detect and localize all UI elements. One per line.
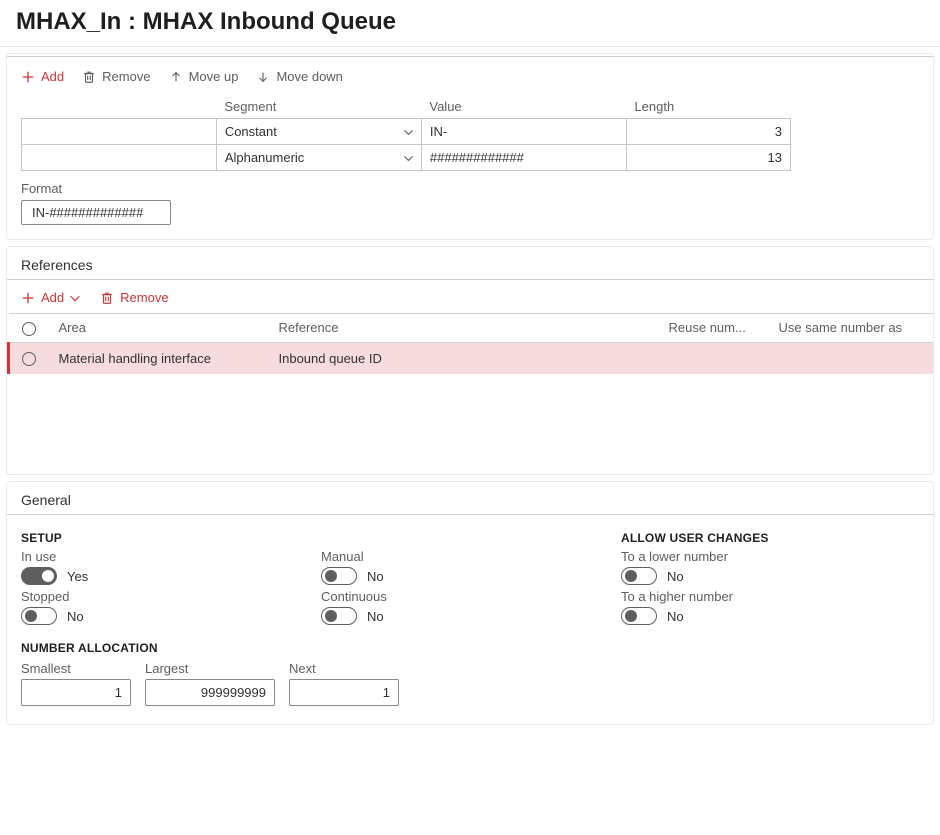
remove-button[interactable]: Remove — [82, 69, 150, 84]
segment-value-cell[interactable]: ############# — [421, 145, 626, 171]
radio-icon — [22, 352, 36, 366]
add-label: Add — [41, 290, 64, 305]
move-down-button[interactable]: Move down — [256, 69, 342, 84]
continuous-label: Continuous — [321, 589, 601, 604]
stopped-label: Stopped — [21, 589, 301, 604]
col-reference[interactable]: Reference — [269, 314, 659, 343]
in-use-toggle[interactable] — [21, 567, 57, 585]
references-table: Area Reference Reuse num... Use same num… — [7, 313, 933, 374]
references-card: References Add Remove Area Reference Reu… — [6, 246, 934, 475]
chevron-down-icon — [402, 125, 415, 138]
segments-col-length[interactable]: Length — [626, 94, 790, 119]
next-input[interactable]: 1 — [289, 679, 399, 706]
setup-heading-spacer — [321, 531, 601, 545]
smallest-input[interactable]: 1 — [21, 679, 131, 706]
move-up-label: Move up — [189, 69, 239, 84]
ref-area-cell: Material handling interface — [49, 342, 269, 374]
segment-length-cell[interactable]: 13 — [626, 145, 790, 171]
select-all[interactable] — [9, 314, 49, 343]
general-title: General — [7, 482, 933, 514]
plus-icon — [21, 70, 35, 84]
remove-button[interactable]: Remove — [100, 290, 168, 305]
largest-label: Largest — [145, 661, 275, 676]
segment-length-cell[interactable]: 3 — [626, 119, 790, 145]
segments-table: Segment Value Length Constant IN- 3 Alph… — [21, 94, 791, 171]
move-up-button[interactable]: Move up — [169, 69, 239, 84]
higher-value: No — [667, 609, 684, 624]
smallest-label: Smallest — [21, 661, 131, 676]
continuous-value: No — [367, 609, 384, 624]
plus-icon — [21, 291, 35, 305]
in-use-value: Yes — [67, 569, 88, 584]
row-select[interactable] — [9, 342, 49, 374]
col-area[interactable]: Area — [49, 314, 269, 343]
ref-reuse-cell — [659, 342, 769, 374]
remove-label: Remove — [102, 69, 150, 84]
chevron-down-icon — [402, 151, 415, 164]
table-row[interactable]: Constant IN- 3 — [22, 119, 791, 145]
segments-toolbar: Add Remove Move up Move down — [7, 63, 933, 94]
references-toolbar: Add Remove — [7, 286, 933, 311]
row-selector[interactable] — [22, 119, 217, 145]
segments-col-value[interactable]: Value — [421, 94, 626, 119]
page-title: MHAX_In : MHAX Inbound Queue — [0, 0, 940, 47]
stopped-value: No — [67, 609, 84, 624]
largest-input[interactable]: 999999999 — [145, 679, 275, 706]
add-button[interactable]: Add — [21, 290, 82, 305]
row-selector[interactable] — [22, 145, 217, 171]
trash-icon — [82, 70, 96, 84]
manual-toggle[interactable] — [321, 567, 357, 585]
ref-reference-cell: Inbound queue ID — [269, 342, 659, 374]
setup-heading: SETUP — [21, 531, 301, 545]
col-reuse[interactable]: Reuse num... — [659, 314, 769, 343]
remove-label: Remove — [120, 290, 168, 305]
add-label: Add — [41, 69, 64, 84]
allocation-row: Smallest 1 Largest 999999999 Next 1 — [7, 657, 933, 714]
segment-dropdown[interactable]: Alphanumeric — [216, 145, 421, 171]
trash-icon — [100, 291, 114, 305]
references-empty-area — [7, 374, 933, 464]
general-card: General SETUP In use Yes Stopped No — [6, 481, 934, 725]
stopped-toggle[interactable] — [21, 607, 57, 625]
ref-usesame-cell — [769, 342, 934, 374]
format-label: Format — [21, 181, 919, 196]
segments-card: Segments Add Remove Move up Move down Se… — [6, 53, 934, 240]
segment-value-cell[interactable]: IN- — [421, 119, 626, 145]
next-label: Next — [289, 661, 399, 676]
arrow-up-icon — [169, 70, 183, 84]
manual-value: No — [367, 569, 384, 584]
chevron-down-icon — [68, 291, 82, 305]
col-use-same[interactable]: Use same number as — [769, 314, 934, 343]
radio-icon — [22, 322, 36, 336]
table-row[interactable]: Material handling interface Inbound queu… — [9, 342, 934, 374]
table-row[interactable]: Alphanumeric ############# 13 — [22, 145, 791, 171]
continuous-toggle[interactable] — [321, 607, 357, 625]
format-block: Format IN-############# — [7, 171, 933, 229]
segments-col-segment[interactable]: Segment — [216, 94, 421, 119]
add-button[interactable]: Add — [21, 69, 64, 84]
allow-heading: ALLOW USER CHANGES — [621, 531, 931, 545]
allocation-heading: NUMBER ALLOCATION — [21, 641, 919, 655]
lower-value: No — [667, 569, 684, 584]
segment-dropdown[interactable]: Constant — [216, 119, 421, 145]
references-title: References — [7, 247, 933, 279]
lower-toggle[interactable] — [621, 567, 657, 585]
lower-label: To a lower number — [621, 549, 931, 564]
segments-header-cut: Segments — [7, 53, 933, 56]
higher-toggle[interactable] — [621, 607, 657, 625]
manual-label: Manual — [321, 549, 601, 564]
arrow-down-icon — [256, 70, 270, 84]
higher-label: To a higher number — [621, 589, 931, 604]
move-down-label: Move down — [276, 69, 342, 84]
segments-col-blank — [22, 94, 217, 119]
in-use-label: In use — [21, 549, 301, 564]
format-input[interactable]: IN-############# — [21, 200, 171, 225]
